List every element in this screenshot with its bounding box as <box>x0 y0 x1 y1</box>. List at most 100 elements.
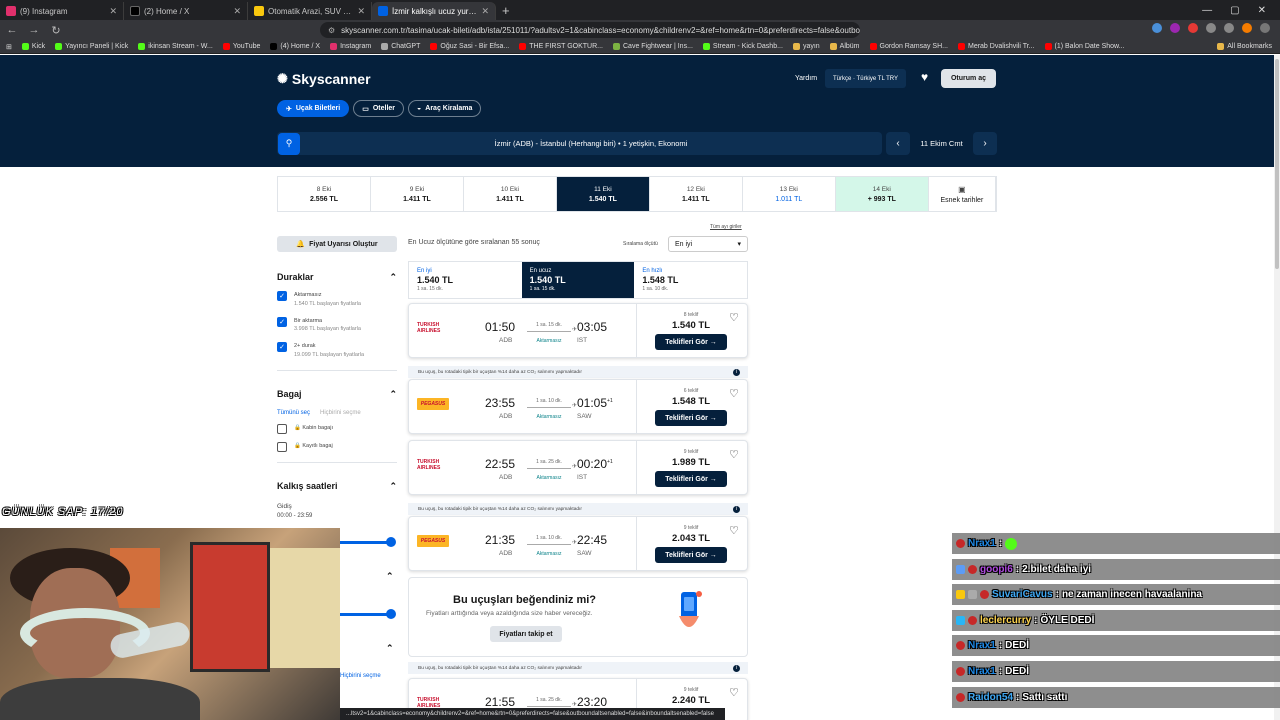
extension-icon[interactable] <box>1206 23 1216 33</box>
bookmark[interactable]: Gordon Ramsay SH... <box>869 43 948 50</box>
checkbox[interactable] <box>277 423 287 434</box>
flexible-dates-button[interactable]: ▣ Esnek tarihler <box>929 177 996 211</box>
extension-icon[interactable] <box>1170 23 1180 33</box>
bookmark[interactable]: Kick <box>21 43 45 50</box>
profile-icon[interactable] <box>1242 23 1252 33</box>
bookmark[interactable]: Instagram <box>330 43 371 50</box>
bookmark[interactable]: THE FIRST GOKTUR... <box>519 43 603 50</box>
locale-button[interactable]: Türkçe · Türkiye TL TRY <box>825 69 907 88</box>
flight-card[interactable]: TURKISH AIRLINES 01:50 ADB 1 sa. 15 dk. … <box>408 303 748 358</box>
duration-slider-track[interactable] <box>340 613 390 616</box>
close-window-icon[interactable]: ✕ <box>1258 5 1266 16</box>
date-cell-selected[interactable]: 11 Eki 1.540 TL <box>556 177 650 211</box>
saved-heart-icon[interactable]: ♥ <box>921 70 928 84</box>
heart-icon[interactable]: ♡ <box>729 311 739 324</box>
departure-times-header[interactable]: Kalkış saatleri ⌃ <box>277 481 397 492</box>
bookmark[interactable]: (1) Balon Date Show... <box>1044 43 1125 50</box>
minimize-icon[interactable]: — <box>1202 5 1212 16</box>
tab-fastest[interactable]: En hızlı 1.548 TL 1 sa. 10 dk. <box>634 262 747 298</box>
skyscanner-logo[interactable]: ✺ Skyscanner <box>277 71 371 87</box>
heart-icon[interactable]: ♡ <box>729 686 739 699</box>
close-icon[interactable]: ✕ <box>109 6 117 17</box>
extension-icon[interactable] <box>1152 23 1162 33</box>
bookmark[interactable]: Stream - Kick Dashb... <box>702 43 783 50</box>
heart-icon[interactable]: ♡ <box>729 387 739 400</box>
menu-icon[interactable] <box>1260 23 1270 33</box>
flight-card[interactable]: PEGASUS 23:55 ADB 1 sa. 10 dk. Aktarması… <box>408 379 748 434</box>
back-icon[interactable]: ← <box>6 24 18 36</box>
forward-icon[interactable]: → <box>28 24 40 36</box>
view-deals-button[interactable]: Teklifleri Gör → <box>655 471 727 487</box>
stop-option[interactable]: ✓ 2+ durak 19.099 TL başlayan fiyatlarla <box>277 342 397 360</box>
bookmark[interactable]: YouTube <box>222 43 260 50</box>
login-button[interactable]: Oturum aç <box>941 69 996 88</box>
bookmark[interactable]: ChatGPT <box>381 43 420 50</box>
tab-cheapest[interactable]: En ucuz 1.540 TL 1 sa. 15 dk. <box>521 262 635 298</box>
tab-flights[interactable]: ✈ Uçak Biletleri <box>277 100 350 117</box>
date-cell[interactable]: 13 Eki 1.011 TL <box>743 177 836 211</box>
search-icon[interactable]: ⚲ <box>278 132 300 155</box>
date-cell[interactable]: 9 Eki 1.411 TL <box>371 177 464 211</box>
bookmark[interactable]: Yayıncı Paneli | Kick <box>55 43 128 50</box>
help-link[interactable]: Yardım <box>795 75 817 82</box>
sort-select[interactable]: En iyi ▾ <box>668 236 748 252</box>
slider-handle[interactable] <box>386 537 396 547</box>
bookmark[interactable]: Albüm <box>829 43 860 50</box>
site-info-icon[interactable]: ⚙ <box>328 26 335 35</box>
select-all-link[interactable]: Tümünü seç <box>277 410 310 416</box>
tab-car-hire[interactable]: ◒ Araç Kiralama <box>408 100 482 117</box>
tab-best[interactable]: En iyi 1.540 TL 1 sa. 15 dk. <box>409 262 522 298</box>
date-cell[interactable]: 8 Eki 2.556 TL <box>278 177 371 211</box>
prev-date-chevron-icon[interactable]: ‹ <box>886 132 910 155</box>
track-prices-button[interactable]: Fiyatları takip et <box>490 626 562 642</box>
slider-handle[interactable] <box>386 609 396 619</box>
search-summary-bar[interactable]: ⚲ İzmir (ADB) - İstanbul (Herhangi biri)… <box>277 132 882 155</box>
bookmark[interactable]: yayın <box>792 43 820 50</box>
stop-option[interactable]: ✓ Bir aktarma 3.998 TL başlayan fiyatlarla <box>277 316 397 335</box>
bag-option[interactable]: 🔒 Kabin bagajı <box>277 423 397 434</box>
checkbox-checked[interactable]: ✓ <box>277 291 287 301</box>
next-date-chevron-icon[interactable]: › <box>973 132 997 155</box>
tab-otomatik[interactable]: Otomatik Arazi, SUV & Pickup Fiyatl... ✕ <box>248 2 372 20</box>
bookmark[interactable]: Cave Fightwear | Ins... <box>613 43 693 50</box>
reload-icon[interactable]: ↻ <box>50 24 62 37</box>
apps-icon[interactable]: ⊞ <box>6 43 12 51</box>
scrollbar-thumb[interactable] <box>1275 59 1279 269</box>
price-alert-button[interactable]: 🔔 Fiyat Uyarısı Oluştur <box>277 236 397 252</box>
tab-instagram[interactable]: (9) Instagram ✕ <box>0 2 124 20</box>
clear-all-link[interactable]: Hiçbirini seçme <box>340 673 381 679</box>
view-deals-button[interactable]: Teklifleri Gör → <box>655 410 727 426</box>
stops-header[interactable]: Duraklar ⌃ <box>277 272 397 283</box>
view-deals-button[interactable]: Teklifleri Gör → <box>655 547 727 563</box>
tab-skyscanner[interactable]: İzmir kalkışlı ucuz yurt içi uçuşlar ✕ <box>372 2 496 20</box>
checkbox-checked[interactable]: ✓ <box>277 316 287 327</box>
date-cell[interactable]: 12 Eki 1.411 TL <box>650 177 743 211</box>
tab-x-home[interactable]: (2) Home / X ✕ <box>124 2 248 20</box>
tab-hotels[interactable]: ▭ Oteller <box>353 100 405 117</box>
flight-card[interactable]: PEGASUS 21:35 ADB 1 sa. 10 dk. Aktarması… <box>408 516 748 571</box>
bookmark[interactable]: (4) Home / X <box>270 43 320 50</box>
heart-icon[interactable]: ♡ <box>729 448 739 461</box>
extension-icon[interactable] <box>1224 23 1234 33</box>
view-deals-button[interactable]: Teklifleri Gör → <box>655 334 727 350</box>
maximize-icon[interactable]: ▢ <box>1230 5 1239 16</box>
all-bookmarks[interactable]: All Bookmarks <box>1217 43 1272 50</box>
new-tab-icon[interactable]: + <box>502 3 510 18</box>
info-icon[interactable]: i <box>733 505 740 513</box>
baggage-header[interactable]: Bagaj ⌃ <box>277 389 397 400</box>
date-cell-cheapest[interactable]: 14 Eki + 993 TL <box>835 177 929 211</box>
extension-icon[interactable] <box>1188 23 1198 33</box>
flight-card[interactable]: TURKISH AIRLINES 22:55 ADB 1 sa. 25 dk. … <box>408 440 748 495</box>
close-icon[interactable]: ✕ <box>233 6 241 17</box>
bookmark[interactable]: ikinsan Stream - W... <box>138 43 213 50</box>
date-cell[interactable]: 10 Eki 1.411 TL <box>464 177 557 211</box>
bag-option[interactable]: 🔒 Kayıtlı bagaj <box>277 441 397 452</box>
close-icon[interactable]: ✕ <box>357 6 365 17</box>
clear-all-link[interactable]: Hiçbirini seçme <box>320 410 361 416</box>
checkbox-checked[interactable]: ✓ <box>277 342 287 353</box>
all-filters-link[interactable]: Tüm ayı giriler <box>710 224 742 230</box>
info-icon[interactable]: i <box>733 664 740 672</box>
url-field[interactable]: ⚙ skyscanner.com.tr/tasima/ucak-bileti/a… <box>320 22 860 38</box>
stop-option[interactable]: ✓ Aktarmasız 1.540 TL başlayan fiyatlarla <box>277 291 397 309</box>
time-slider-track[interactable] <box>340 541 390 544</box>
